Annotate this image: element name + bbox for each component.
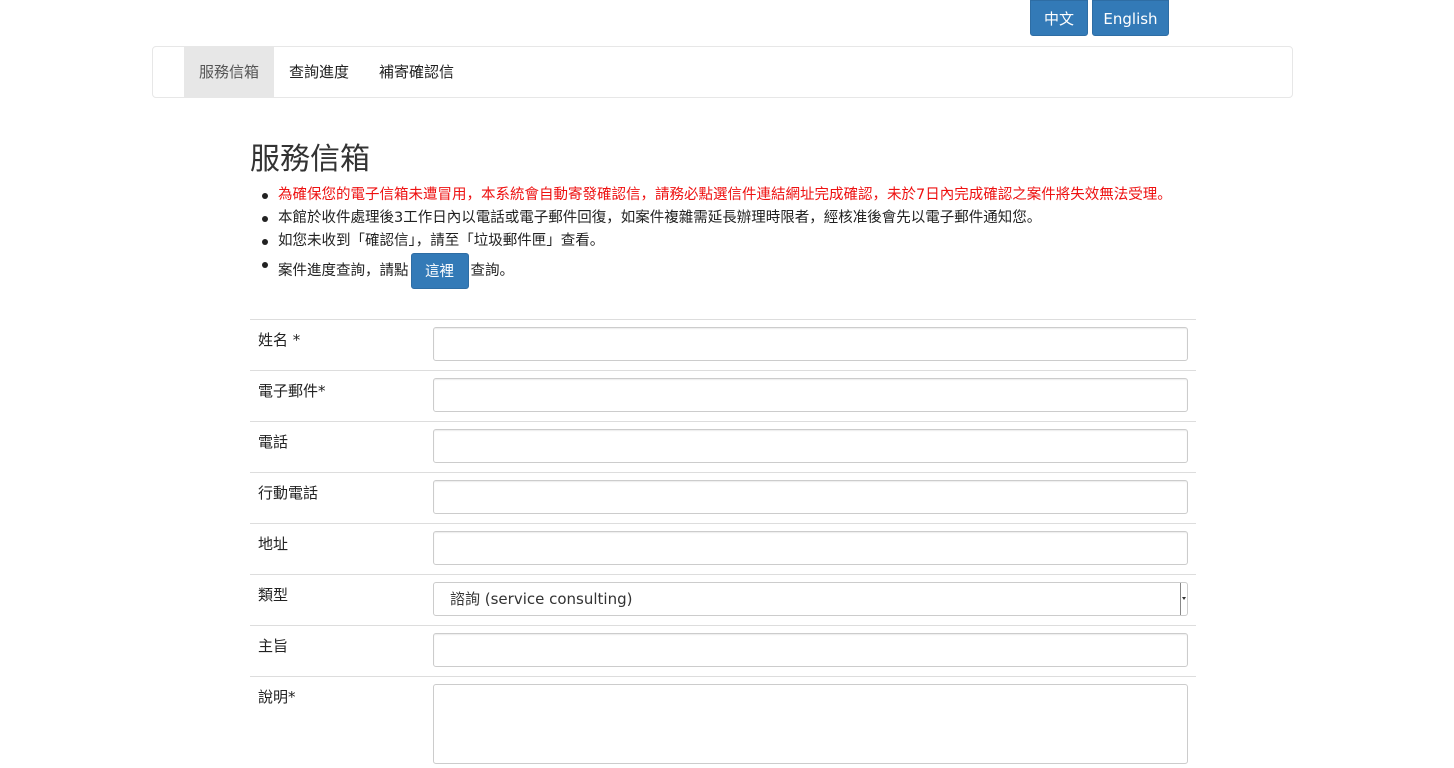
chinese-language-button[interactable]: 中文	[1030, 0, 1088, 36]
phone-input[interactable]	[433, 429, 1188, 463]
form-row-type: 類型 諮詢 (service consulting)	[250, 574, 1196, 625]
progress-text-suffix: 查詢。	[470, 263, 515, 279]
subject-input[interactable]	[433, 633, 1188, 667]
subject-label: 主旨	[258, 637, 289, 655]
type-select[interactable]: 諮詢 (service consulting)	[433, 582, 1188, 616]
mobile-label: 行動電話	[258, 484, 319, 502]
top-navbar: 服務信箱 查詢進度 補寄確認信	[152, 46, 1293, 98]
form-row-mobile: 行動電話	[250, 472, 1196, 523]
address-label: 地址	[258, 535, 289, 553]
email-label: 電子郵件*	[258, 382, 326, 400]
mobile-input[interactable]	[433, 480, 1188, 514]
type-select-value: 諮詢 (service consulting)	[450, 590, 633, 608]
form-row-description: 說明*	[250, 676, 1196, 766]
english-language-button[interactable]: English	[1092, 0, 1169, 36]
notice-list: 為確保您的電子信箱未遭冒用，本系統會自動寄發確認信，請務必點選信件連結網址完成確…	[250, 184, 1196, 289]
notice-item-progress: 案件進度查詢，請點 這裡 查詢。	[262, 253, 1196, 289]
main-content: 服務信箱 為確保您的電子信箱未遭冒用，本系統會自動寄發確認信，請務必點選信件連結…	[250, 130, 1196, 764]
notice-item-reply: 本館於收件處理後3工作日內以電話或電子郵件回復，如案件複雜需延長辦理時限者，經核…	[262, 207, 1196, 230]
form-row-email: 電子郵件*	[250, 370, 1196, 421]
nav-item-resend-confirmation[interactable]: 補寄確認信	[364, 47, 469, 97]
form-row-address: 地址	[250, 523, 1196, 574]
phone-label: 電話	[258, 433, 289, 451]
form-row-name: 姓名 *	[250, 319, 1196, 370]
notice-item-warning: 為確保您的電子信箱未遭冒用，本系統會自動寄發確認信，請務必點選信件連結網址完成確…	[262, 184, 1196, 207]
name-input[interactable]	[433, 327, 1188, 361]
nav-item-service-mailbox[interactable]: 服務信箱	[184, 47, 275, 97]
contact-form: 姓名 * 電子郵件* 電話 行動電話 地址 類型 諮詢 (service con…	[250, 319, 1196, 766]
nav-item-query-progress[interactable]: 查詢進度	[274, 47, 364, 97]
description-textarea[interactable]	[433, 684, 1188, 764]
form-row-subject: 主旨	[250, 625, 1196, 676]
language-switcher: 中文 English	[1030, 0, 1169, 36]
description-label: 說明*	[258, 688, 296, 706]
form-row-phone: 電話	[250, 421, 1196, 472]
address-input[interactable]	[433, 531, 1188, 565]
notice-item-spam: 如您未收到「確認信」，請至「垃圾郵件匣」查看。	[262, 230, 1196, 253]
type-label: 類型	[258, 586, 289, 604]
nav-menu: 服務信箱 查詢進度 補寄確認信	[184, 47, 469, 97]
name-label: 姓名 *	[258, 331, 301, 349]
chevron-down-icon	[1180, 583, 1187, 615]
progress-text-prefix: 案件進度查詢，請點	[278, 263, 409, 279]
page-title: 服務信箱	[250, 142, 370, 177]
here-button[interactable]: 這裡	[410, 253, 469, 289]
email-input[interactable]	[433, 378, 1188, 412]
